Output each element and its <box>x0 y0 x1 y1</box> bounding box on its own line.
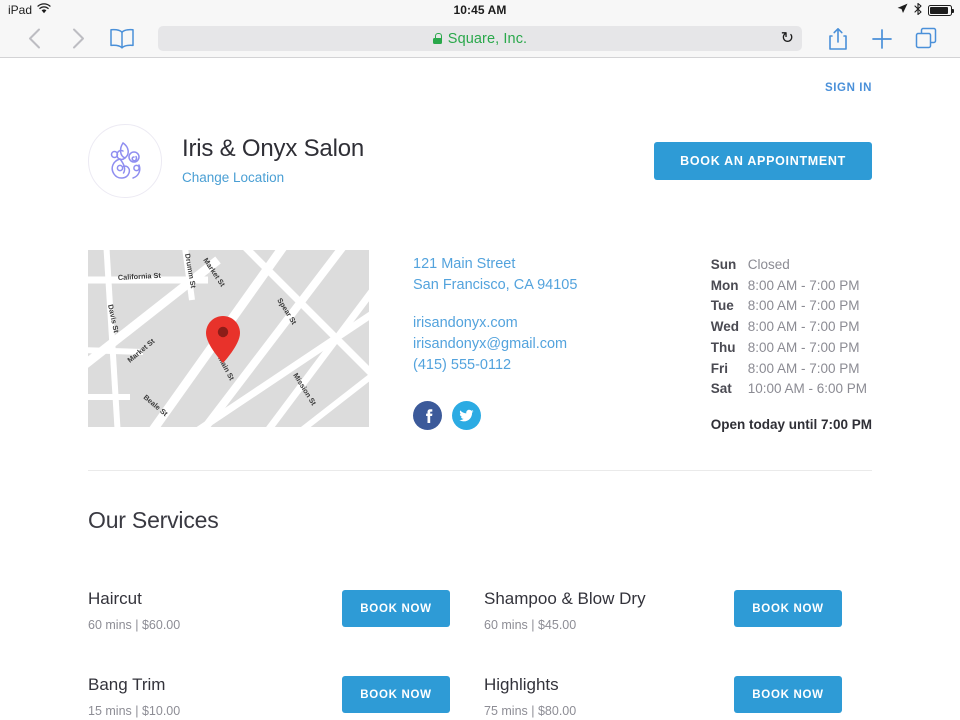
service-info: Highlights 75 mins | $80.00 <box>484 672 576 718</box>
new-tab-button[interactable] <box>862 23 902 55</box>
service-info: Haircut 60 mins | $60.00 <box>88 586 180 632</box>
forward-button[interactable] <box>58 23 98 55</box>
url-display: Square, Inc. <box>433 31 527 47</box>
ios-status-bar: iPad 10:45 AM <box>0 0 960 20</box>
business-hours: Sun Closed Mon 8:00 AM - 7:00 PM Tue 8:0… <box>711 250 872 432</box>
service-meta: 60 mins | $60.00 <box>88 618 180 632</box>
bookmarks-button[interactable] <box>102 23 142 55</box>
service-name: Bang Trim <box>88 674 180 697</box>
tabs-button[interactable] <box>906 23 946 55</box>
service-meta: 75 mins | $80.00 <box>484 704 576 718</box>
change-location-link[interactable]: Change Location <box>182 170 284 185</box>
book-now-button[interactable]: BOOK NOW <box>342 590 450 627</box>
service-name: Haircut <box>88 588 180 611</box>
service-info: Shampoo & Blow Dry 60 mins | $45.00 <box>484 586 646 632</box>
book-appointment-button[interactable]: BOOK AN APPOINTMENT <box>654 142 872 180</box>
share-button[interactable] <box>818 23 858 55</box>
hours-time: 8:00 AM - 7:00 PM <box>748 276 860 297</box>
hours-row: Sat 10:00 AM - 6:00 PM <box>711 379 872 400</box>
page-content: SIGN IN <box>88 58 872 720</box>
hours-row: Sun Closed <box>711 255 872 276</box>
service-item: Shampoo & Blow Dry 60 mins | $45.00 BOOK… <box>480 566 872 652</box>
hours-day: Tue <box>711 296 748 317</box>
service-info: Bang Trim 15 mins | $10.00 <box>88 672 180 718</box>
sign-in-link[interactable]: SIGN IN <box>825 82 872 94</box>
service-item: Bang Trim 15 mins | $10.00 BOOK NOW <box>88 652 480 720</box>
service-name: Highlights <box>484 674 576 697</box>
browser-toolbar: Square, Inc. ↻ <box>0 20 960 58</box>
phone-link[interactable]: (415) 555-0112 <box>413 355 703 376</box>
lock-icon <box>433 33 442 44</box>
url-label: Square, Inc. <box>448 31 527 47</box>
hours-row: Mon 8:00 AM - 7:00 PM <box>711 276 872 297</box>
address-line-2: San Francisco, CA 94105 <box>413 275 703 296</box>
service-item: Highlights 75 mins | $80.00 BOOK NOW <box>480 652 872 720</box>
back-button[interactable] <box>14 23 54 55</box>
hours-day: Wed <box>711 317 748 338</box>
services-heading: Our Services <box>88 507 872 534</box>
hours-day: Sun <box>711 255 748 276</box>
bluetooth-icon <box>914 3 922 18</box>
hours-day: Sat <box>711 379 748 400</box>
business-header: Iris & Onyx Salon Change Location BOOK A… <box>88 124 872 198</box>
section-divider <box>88 470 872 471</box>
page-title: Iris & Onyx Salon <box>182 135 364 164</box>
hours-time: 8:00 AM - 7:00 PM <box>748 359 860 380</box>
location-arrow-icon <box>897 3 908 17</box>
web-page: SIGN IN <box>0 58 960 720</box>
business-info-row: California St Drumm St Market St Spear S… <box>88 250 872 432</box>
business-identity: Iris & Onyx Salon Change Location <box>88 124 364 198</box>
service-meta: 60 mins | $45.00 <box>484 618 646 632</box>
twitter-icon[interactable] <box>452 401 481 430</box>
salon-flower-logo-icon <box>88 124 162 198</box>
hours-day: Fri <box>711 359 748 380</box>
business-title-block: Iris & Onyx Salon Change Location <box>182 135 364 188</box>
hours-row: Thu 8:00 AM - 7:00 PM <box>711 338 872 359</box>
book-now-button[interactable]: BOOK NOW <box>734 590 842 627</box>
hours-day: Mon <box>711 276 748 297</box>
hours-day: Thu <box>711 338 748 359</box>
hours-time: 8:00 AM - 7:00 PM <box>748 317 860 338</box>
reload-icon[interactable]: ↻ <box>781 31 794 47</box>
social-links <box>413 401 703 430</box>
hours-row: Tue 8:00 AM - 7:00 PM <box>711 296 872 317</box>
hours-time: Closed <box>748 255 790 276</box>
address-line-1: 121 Main Street <box>413 254 703 275</box>
services-grid: Haircut 60 mins | $60.00 BOOK NOW Shampo… <box>88 566 872 720</box>
spacer <box>413 296 703 313</box>
status-badge: Open today until 7:00 PM <box>711 417 872 432</box>
status-bar-clock: 10:45 AM <box>0 3 960 17</box>
contact-block: 121 Main Street San Francisco, CA 94105 … <box>413 250 703 432</box>
book-now-button[interactable]: BOOK NOW <box>734 676 842 713</box>
facebook-icon[interactable] <box>413 401 442 430</box>
book-now-button[interactable]: BOOK NOW <box>342 676 450 713</box>
email-link[interactable]: irisandonyx@gmail.com <box>413 334 703 355</box>
hours-row: Fri 8:00 AM - 7:00 PM <box>711 359 872 380</box>
hours-time: 8:00 AM - 7:00 PM <box>748 296 860 317</box>
location-map[interactable]: California St Drumm St Market St Spear S… <box>88 250 369 427</box>
status-bar-right <box>897 0 952 20</box>
service-item: Haircut 60 mins | $60.00 BOOK NOW <box>88 566 480 652</box>
hours-time: 8:00 AM - 7:00 PM <box>748 338 860 359</box>
sign-in-row: SIGN IN <box>88 82 872 94</box>
service-meta: 15 mins | $10.00 <box>88 704 180 718</box>
battery-icon <box>928 5 952 16</box>
website-link[interactable]: irisandonyx.com <box>413 313 703 334</box>
service-name: Shampoo & Blow Dry <box>484 588 646 611</box>
hours-row: Wed 8:00 AM - 7:00 PM <box>711 317 872 338</box>
address-bar[interactable]: Square, Inc. ↻ <box>158 26 802 51</box>
hours-time: 10:00 AM - 6:00 PM <box>748 379 867 400</box>
